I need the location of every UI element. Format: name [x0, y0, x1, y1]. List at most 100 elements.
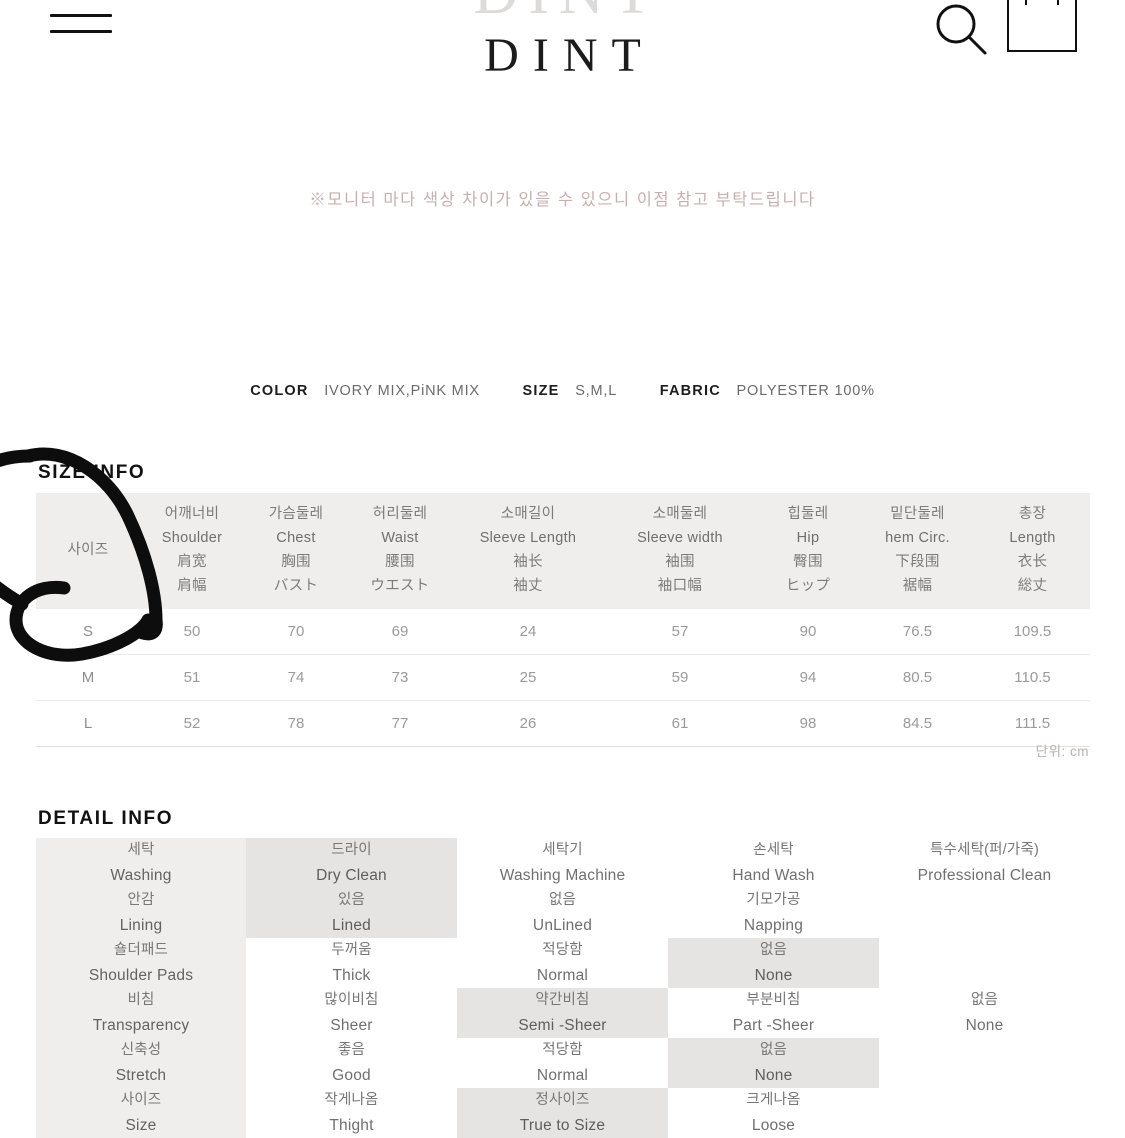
size-value: S,M,L — [575, 383, 618, 399]
size-measure-cell: 78 — [244, 700, 348, 747]
detail-label-ko: 신축성 — [120, 1042, 162, 1058]
detail-option-ko: 약간비침 — [535, 992, 590, 1008]
header-cn: 肩宽 — [177, 554, 207, 570]
header-cn: 袖长 — [513, 554, 543, 570]
size-table-head: 사이즈 어깨너비 Shoulder 肩宽 肩幅 가슴둘레 Chest 胸围 バスト 허리둘레 Wai… — [36, 493, 1090, 609]
detail-option-cell: 있음 Lined — [246, 888, 457, 938]
size-measure-cell: 109.5 — [975, 609, 1090, 655]
size-label-cell: S — [36, 609, 140, 655]
size-measure-cell: 25 — [452, 654, 604, 701]
header-en: Shoulder — [161, 530, 223, 546]
detail-label-ko: 숄더패드 — [113, 942, 169, 958]
detail-option-cell — [879, 1038, 1090, 1088]
detail-option-ko: 있음 — [337, 892, 366, 908]
detail-option-cell — [879, 888, 1090, 938]
detail-row-label: 숄더패드 Shoulder Pads — [36, 938, 246, 988]
detail-option-ko: 기모가공 — [746, 892, 801, 908]
header-jp: 袖口幅 — [657, 578, 703, 594]
detail-table-body: 세탁 Washing 드라이 Dry Clean 세탁기 Washing Machine 손… — [36, 838, 1090, 1138]
table-row: 숄더패드 Shoulder Pads 두꺼움 Thick 적당함 Normal 없음 None — [36, 938, 1090, 988]
detail-option-cell: 부분비침 Part -Sheer — [668, 988, 879, 1038]
table-row: 안감 Lining 있음 Lined 없음 UnLined 기모가공 Napping — [36, 888, 1090, 938]
header-ko: 밑단둘레 — [890, 506, 945, 522]
header-jp: 肩幅 — [177, 578, 207, 594]
color-value: IVORY MIX,PiNK MIX — [324, 383, 480, 399]
size-col-header: 가슴둘레 Chest 胸围 バスト — [244, 493, 348, 609]
detail-option-cell: 기모가공 Napping — [668, 888, 879, 938]
size-info-table: 사이즈 어깨너비 Shoulder 肩宽 肩幅 가슴둘레 Chest 胸围 バスト 허리둘레 Wai… — [36, 493, 1090, 747]
detail-label-ko: 세탁 — [127, 842, 155, 858]
size-col-header: 힙둘레 Hip 臀围 ヒップ — [756, 493, 860, 609]
size-measure-cell: 50 — [140, 609, 244, 655]
detail-option-cell: 없음 None — [668, 938, 879, 988]
header-en: Length — [1009, 530, 1056, 546]
table-row: 신축성 Stretch 좋음 Good 적당함 Normal 없음 None — [36, 1038, 1090, 1088]
site-header: DINT DINT — [0, 0, 1125, 112]
detail-label-ko: 사이즈 — [120, 1092, 162, 1108]
header-jp: 袖丈 — [513, 578, 543, 594]
detail-option-cell: 좋음 Good — [246, 1038, 457, 1088]
size-measure-cell: 57 — [604, 609, 756, 655]
size-col-header: 소매둘레 Sleeve width 袖围 袖口幅 — [604, 493, 756, 609]
size-header-row: 사이즈 어깨너비 Shoulder 肩宽 肩幅 가슴둘레 Chest 胸围 バスト 허리둘레 Wai… — [36, 493, 1090, 609]
header-jp: 総丈 — [1017, 578, 1048, 594]
header-en: hem Circ. — [885, 530, 950, 546]
size-label: SIZE — [522, 383, 560, 399]
size-measure-cell: 24 — [452, 609, 604, 655]
detail-option-cell: 적당함 Normal — [457, 1038, 668, 1088]
size-measure-cell: 59 — [604, 654, 756, 701]
detail-option-ko: 없음 — [759, 1042, 788, 1058]
detail-option-cell: 크게나옴 Loose — [668, 1088, 879, 1138]
detail-option-ko: 드라이 — [331, 842, 372, 858]
size-measure-cell: 94 — [756, 654, 860, 701]
detail-option-ko: 정사이즈 — [535, 1092, 590, 1108]
color-label: COLOR — [250, 383, 309, 399]
size-table-body: S 50 70 69 24 57 90 76.5 109.5 M 51 74 73 25 59 94 80.5 1… — [36, 609, 1090, 747]
size-col-header: 소매길이 Sleeve Length 袖长 袖丈 — [452, 493, 604, 609]
header-jp: ヒップ — [785, 578, 831, 594]
size-label-cell: M — [36, 654, 140, 701]
detail-option-ko: 없음 — [759, 942, 788, 958]
shopping-bag-icon[interactable] — [1007, 0, 1077, 52]
size-measure-cell: 69 — [348, 609, 452, 655]
detail-option-cell: 없음 None — [668, 1038, 879, 1088]
monitor-color-notice: ※모니터 마다 색상 차이가 있을 수 있으니 이점 참고 부탁드립니다 — [309, 191, 816, 209]
header-jp: 裾幅 — [902, 578, 933, 594]
size-measure-cell: 70 — [244, 609, 348, 655]
size-measure-cell: 73 — [348, 654, 452, 701]
header-en: Sleeve Length — [479, 530, 577, 546]
header-en: Hip — [796, 530, 820, 546]
header-ko: 가슴둘레 — [268, 506, 324, 522]
product-spec-row: COLOR IVORY MIX,PiNK MIX SIZE S,M,L FABR… — [0, 383, 1125, 399]
detail-option-cell: 손세탁 Hand Wash — [668, 838, 879, 888]
size-measure-cell: 90 — [756, 609, 860, 655]
detail-option-cell: 드라이 Dry Clean — [246, 838, 457, 888]
detail-option-ko: 없음 — [970, 992, 999, 1008]
search-icon[interactable] — [934, 2, 988, 56]
detail-option-cell: 정사이즈 True to Size — [457, 1088, 668, 1138]
size-label-cell: L — [36, 700, 140, 747]
header-ko: 힙둘레 — [787, 506, 829, 522]
table-row: L 52 78 77 26 61 98 84.5 111.5 — [36, 700, 1090, 747]
header-en: Chest — [276, 530, 316, 546]
header-ko: 사이즈 — [67, 542, 109, 558]
detail-option-ko: 두꺼움 — [331, 942, 372, 958]
detail-option-ko: 부분비침 — [746, 992, 801, 1008]
detail-info-title: DETAIL INFO — [38, 808, 174, 829]
size-measure-cell: 77 — [348, 700, 452, 747]
size-measure-cell: 80.5 — [860, 654, 975, 701]
fabric-label: FABRIC — [659, 383, 721, 399]
size-col-header: 어깨너비 Shoulder 肩宽 肩幅 — [140, 493, 244, 609]
detail-option-ko: 세탁기 — [542, 842, 583, 858]
detail-info-table: 세탁 Washing 드라이 Dry Clean 세탁기 Washing Machine 손… — [36, 838, 1090, 1138]
header-jp: ウエスト — [370, 578, 430, 594]
detail-option-cell: 두꺼움 Thick — [246, 938, 457, 988]
header-cn: 下段围 — [895, 554, 940, 570]
header-ko: 허리둘레 — [372, 506, 428, 522]
detail-option-ko: 특수세탁(퍼/가죽) — [929, 842, 1040, 858]
detail-row-label: 세탁 Washing — [36, 838, 246, 888]
detail-label-ko: 비침 — [127, 992, 155, 1008]
size-measure-cell: 51 — [140, 654, 244, 701]
detail-option-cell: 작게나옴 Thight — [246, 1088, 457, 1138]
size-col-header: 밑단둘레 hem Circ. 下段围裾幅 — [860, 493, 975, 609]
